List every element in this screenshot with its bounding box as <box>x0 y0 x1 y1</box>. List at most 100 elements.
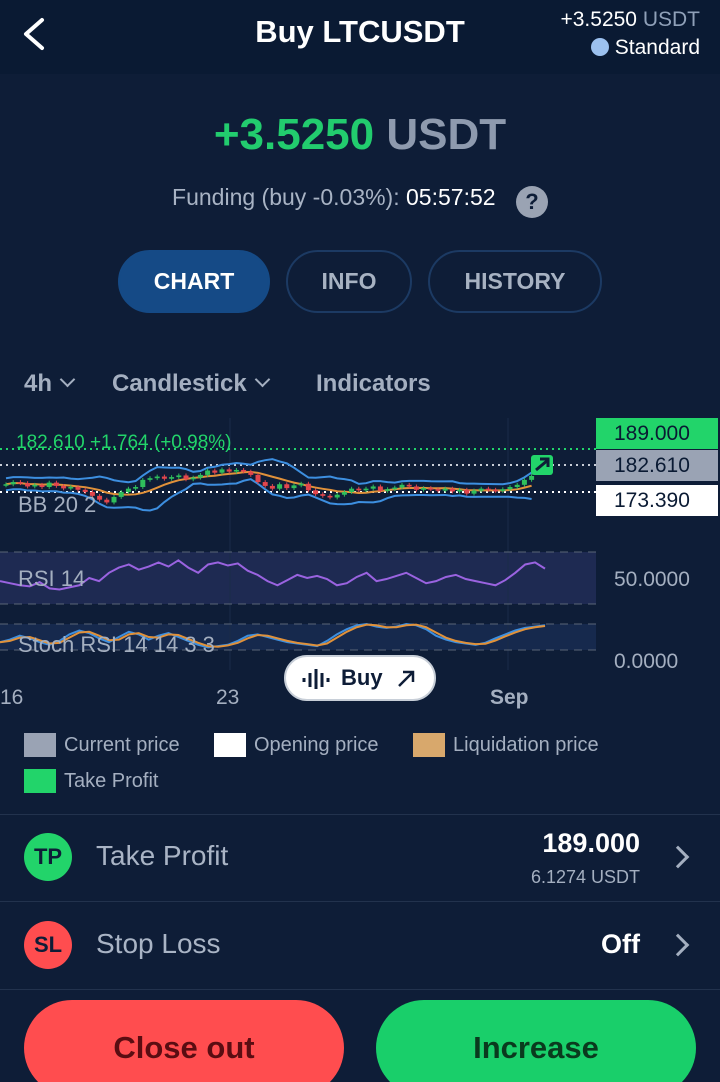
tab-history[interactable]: HISTORY <box>428 250 602 313</box>
candle-body <box>161 476 167 479</box>
candle-body <box>464 489 470 494</box>
candle-body <box>471 490 477 494</box>
stop-loss-label: Stop Loss <box>96 928 221 959</box>
candle-body <box>190 477 196 480</box>
increase-button[interactable]: Increase <box>376 1000 696 1082</box>
top-bar: Buy LTCUSDT +3.5250 USDT Standard <box>0 0 720 74</box>
stoch-axis-label: 0.0000 <box>614 650 678 670</box>
account-mode-label: Standard <box>614 36 700 59</box>
candle-body <box>133 487 139 489</box>
chart-type-dropdown[interactable]: Candlestick <box>112 370 270 398</box>
take-profit-price-tag: 189.000 <box>596 418 718 449</box>
legend-take-profit: Take Profit <box>24 768 158 794</box>
legend-label: Current price <box>64 734 180 756</box>
buy-marker-button[interactable]: Buy <box>284 655 436 701</box>
candle-body <box>377 486 383 491</box>
sl-badge: SL <box>24 921 72 969</box>
candle-body <box>262 482 268 486</box>
candle-body <box>442 488 448 491</box>
close-out-button[interactable]: Close out <box>24 1000 344 1082</box>
candle-body <box>507 487 513 490</box>
legend-label: Opening price <box>254 734 379 756</box>
candle-body <box>255 474 261 483</box>
rsi-axis-label: 50.0000 <box>614 568 690 591</box>
rsi-label: RSI 14 <box>18 566 85 591</box>
candle-body <box>118 491 124 497</box>
candle-body <box>320 494 326 496</box>
candle-body <box>32 484 38 487</box>
header-summary: +3.5250 USDT Standard <box>560 6 700 62</box>
candle-body <box>248 471 254 475</box>
candle-body <box>493 489 499 492</box>
candle-body <box>421 488 427 490</box>
candle-body <box>17 482 23 484</box>
candle-body <box>500 489 506 491</box>
candle-body <box>370 486 376 489</box>
bb-label: BB 20 2 <box>18 492 96 517</box>
legend-swatch <box>24 769 56 793</box>
mode-dot-icon <box>590 38 609 56</box>
legend-label: Take Profit <box>64 770 159 792</box>
candle-body <box>341 491 347 495</box>
chevron-right-icon <box>666 845 690 869</box>
candle-body <box>205 470 211 475</box>
candle-body <box>457 489 463 492</box>
candle-body <box>241 469 247 472</box>
x-tick-label: Sep <box>490 686 529 709</box>
divider <box>0 989 720 990</box>
candle-body <box>514 484 520 488</box>
legend-swatch <box>214 733 246 757</box>
current-price-tag: 182.610 <box>596 450 718 481</box>
candle-body <box>449 488 455 492</box>
candle-body <box>485 488 491 491</box>
candle-body <box>233 469 239 472</box>
tab-chart[interactable]: CHART <box>118 250 270 313</box>
buy-marker-label: Buy <box>341 665 383 690</box>
candle-body <box>75 487 81 490</box>
chart-type-label: Candlestick <box>112 370 247 397</box>
trend-up-icon[interactable] <box>531 455 553 475</box>
tp-badge: TP <box>24 833 72 881</box>
stoch-label: Stoch RSI 14 14 3 3 <box>18 632 215 657</box>
candle-body <box>334 494 340 498</box>
divider <box>0 814 720 815</box>
candle-body <box>10 482 16 485</box>
chevron-right-icon <box>666 933 690 957</box>
candle-body <box>529 475 535 480</box>
help-icon[interactable]: ? <box>515 186 548 218</box>
candle-body <box>140 479 146 488</box>
candle-body <box>104 499 110 503</box>
candle-body <box>298 483 304 486</box>
funding-row: Funding (buy -0.03%): 05:57:52 ? <box>0 184 720 218</box>
candle-body <box>68 487 74 489</box>
legend-swatch <box>413 733 445 757</box>
take-profit-value: 189.000 <box>542 828 640 858</box>
position-pnl: +3.5250 USDT <box>0 110 720 160</box>
candle-body <box>39 484 45 488</box>
candle-body <box>212 470 218 473</box>
candle-body <box>406 484 412 487</box>
candle-body <box>183 475 189 480</box>
interval-dropdown[interactable]: 4h <box>24 370 76 398</box>
candle-body <box>226 469 232 472</box>
chevron-down-icon <box>254 371 270 388</box>
interval-label: 4h <box>24 370 53 397</box>
indicators-button[interactable]: Indicators <box>316 370 431 398</box>
tab-info[interactable]: INFO <box>286 250 412 313</box>
candle-body <box>363 488 369 491</box>
take-profit-sub: 6.1274 USDT <box>530 867 640 887</box>
account-mode[interactable]: Standard <box>560 34 700 62</box>
candle-body <box>284 484 290 489</box>
stop-loss-value: Off <box>601 929 640 959</box>
divider <box>0 901 720 902</box>
waveform-icon <box>302 669 330 689</box>
candle-body <box>25 483 31 487</box>
legend-opening-price: Opening price <box>214 732 379 758</box>
price-annotation: 182.610 +1.764 (+0.98%) <box>16 432 232 453</box>
candle-body <box>197 474 203 478</box>
header-pnl-unit: USDT <box>642 8 700 31</box>
candle-body <box>269 485 275 489</box>
candle-body <box>111 496 117 503</box>
candle-body <box>147 478 153 480</box>
candle-body <box>313 490 319 495</box>
